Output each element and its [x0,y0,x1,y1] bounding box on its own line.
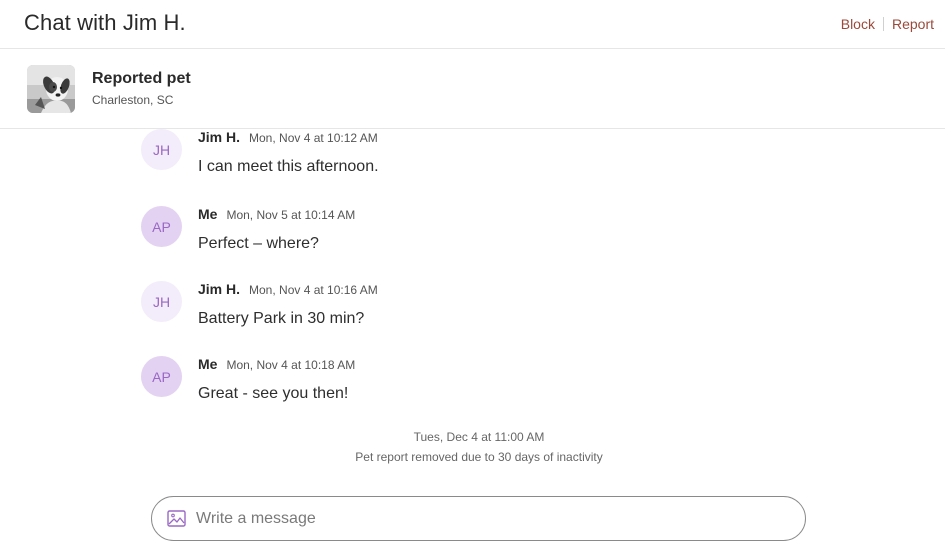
pet-thumbnail[interactable] [27,65,75,113]
avatar: AP [141,206,182,247]
message-meta: Me Mon, Nov 4 at 10:18 AM [198,356,355,372]
page-title: Chat with Jim H. [24,10,186,35]
message-text: Perfect – where? [198,235,319,252]
header-actions: Block Report [841,16,934,32]
message-meta: Jim H. Mon, Nov 4 at 10:12 AM [198,129,378,145]
action-divider [882,17,884,31]
message-item: AP Me Mon, Nov 5 at 10:14 AM Perfect – w… [141,206,841,266]
system-notice-time: Tues, Dec 4 at 11:00 AM [413,430,545,444]
system-notice-text: Pet report removed due to 30 days of ina… [355,450,603,464]
message-sender: Jim H. [198,129,241,145]
message-time: Mon, Nov 4 at 10:18 AM [226,358,356,372]
message-sender: Me [198,356,218,372]
message-time: Mon, Nov 4 at 10:12 AM [249,131,378,145]
message-meta: Me Mon, Nov 5 at 10:14 AM [198,206,355,222]
image-icon[interactable] [167,510,186,527]
message-sender: Jim H. [198,281,241,297]
message-time: Mon, Nov 5 at 10:14 AM [226,208,356,222]
block-button[interactable]: Block [841,16,875,32]
pet-info-bar[interactable]: Reported pet Charleston, SC [0,49,945,129]
message-text: Great - see you then! [198,385,349,402]
message-item: JH Jim H. Mon, Nov 4 at 10:16 AM Battery… [141,281,841,341]
message-list[interactable]: JH Jim H. Mon, Nov 4 at 10:12 AM I can m… [0,129,945,484]
pet-name: Reported pet [92,70,191,87]
chat-header: Chat with Jim H. Block Report [0,0,945,49]
avatar: AP [141,356,182,397]
message-composer[interactable] [151,496,806,541]
report-button[interactable]: Report [892,16,934,32]
message-meta: Jim H. Mon, Nov 4 at 10:16 AM [198,281,378,297]
message-item: JH Jim H. Mon, Nov 4 at 10:12 AM I can m… [141,129,841,189]
pet-location: Charleston, SC [92,93,174,107]
message-input[interactable] [196,506,786,532]
message-text: Battery Park in 30 min? [198,310,365,327]
avatar: JH [141,129,182,170]
message-item: AP Me Mon, Nov 4 at 10:18 AM Great - see… [141,356,841,416]
message-sender: Me [198,206,218,222]
dog-photo-icon [27,65,75,113]
message-time: Mon, Nov 4 at 10:16 AM [249,283,378,297]
avatar: JH [141,281,182,322]
message-text: I can meet this afternoon. [198,158,379,175]
